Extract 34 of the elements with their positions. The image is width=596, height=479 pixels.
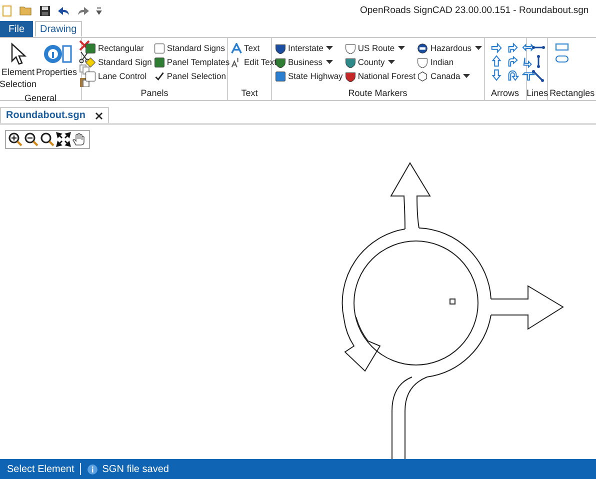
ribbon-command[interactable]: Canada bbox=[430, 71, 460, 81]
group-label: Lines bbox=[526, 87, 547, 100]
ribbon-button[interactable]: Properties bbox=[36, 40, 78, 92]
ribbon-command[interactable]: Standard Signs bbox=[166, 43, 225, 53]
ribbon-command[interactable]: National Forest bbox=[358, 71, 416, 81]
ribbon-command[interactable]: US Route bbox=[358, 43, 395, 53]
status-text: Select Element bbox=[7, 464, 74, 474]
ribbon-command[interactable]: State Highway bbox=[288, 71, 343, 81]
ribbon-command[interactable]: Rectangular bbox=[98, 43, 144, 53]
button-label: Properties bbox=[36, 66, 78, 78]
ribbon-command[interactable]: Lane Control bbox=[98, 71, 147, 81]
group-label: Route Markers bbox=[347, 87, 408, 100]
ribbon-command[interactable]: Standard Sign bbox=[98, 57, 152, 67]
document-tab[interactable]: Roundabout.sgn bbox=[0, 107, 110, 123]
ribbon-tab[interactable]: File bbox=[0, 21, 33, 37]
window-title: OpenRoads SignCAD 23.00.00.151 - Roundabout.sgn bbox=[360, 5, 589, 16]
ribbon-tab[interactable]: Drawing bbox=[35, 21, 82, 37]
ribbon-button[interactable]: Element Selection bbox=[0, 40, 36, 92]
group-label: Arrows bbox=[490, 87, 520, 100]
status-message: SGN file saved bbox=[102, 464, 169, 474]
group-label: Panels bbox=[140, 87, 170, 100]
ribbon-command[interactable]: Panel Templates bbox=[166, 57, 230, 67]
group-label: Text bbox=[240, 87, 259, 100]
ribbon-command[interactable]: Text bbox=[244, 43, 260, 53]
ribbon-command[interactable]: Panel Selection bbox=[166, 71, 226, 81]
document-tab-label: Roundabout.sgn bbox=[6, 110, 86, 121]
button-label: Element Selection bbox=[0, 66, 37, 90]
group-label: Rectangles bbox=[550, 87, 595, 100]
ribbon-command[interactable]: Hazardous bbox=[430, 43, 472, 53]
ribbon-command[interactable]: County bbox=[358, 57, 385, 67]
ribbon-command[interactable]: Business bbox=[288, 57, 322, 67]
ribbon-command[interactable]: Interstate bbox=[288, 43, 324, 53]
ribbon-command[interactable]: Indian bbox=[430, 57, 454, 67]
group-label: General bbox=[23, 92, 58, 105]
